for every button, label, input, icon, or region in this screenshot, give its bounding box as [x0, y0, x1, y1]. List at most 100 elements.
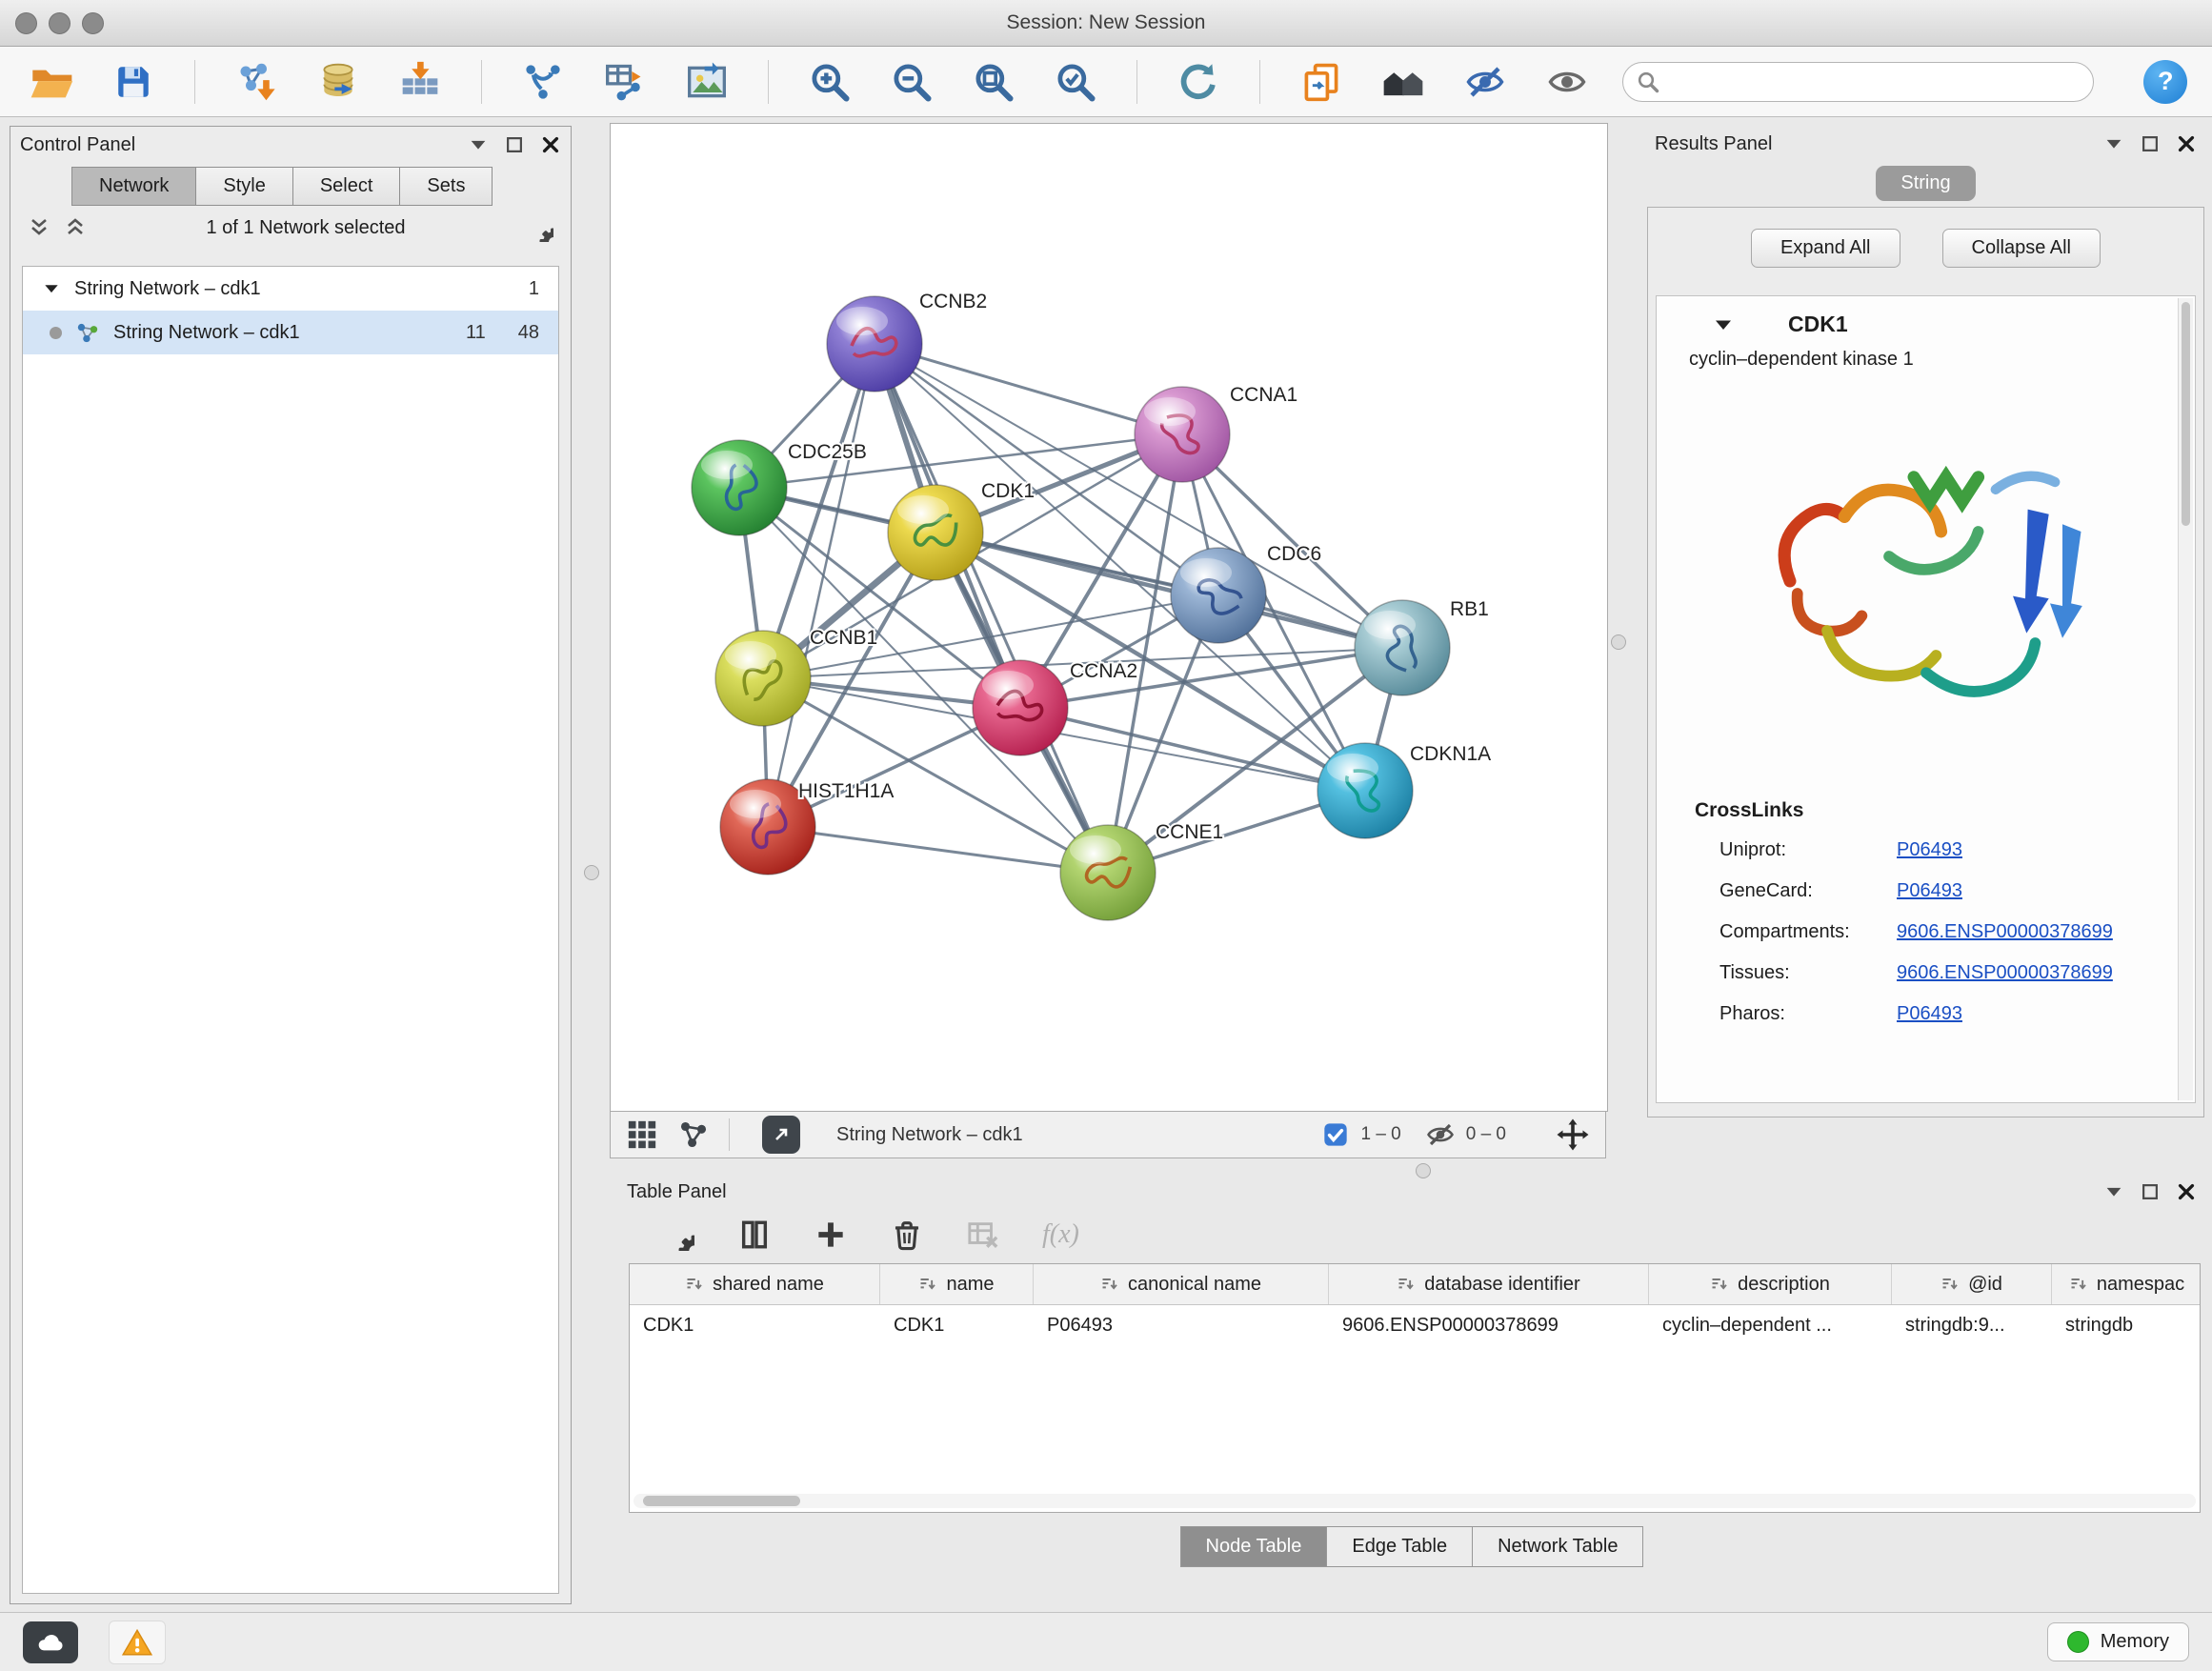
tab-edge-table[interactable]: Edge Table: [1327, 1526, 1473, 1567]
zoom-out-button[interactable]: [885, 55, 938, 109]
table-cell[interactable]: stringdb: [2052, 1305, 2201, 1345]
network-row[interactable]: String Network – cdk1 11 48: [23, 311, 558, 354]
table-settings-button[interactable]: [661, 1218, 695, 1252]
column-header[interactable]: name: [880, 1264, 1034, 1304]
network-node-CCNA2[interactable]: [973, 660, 1068, 755]
network-share-icon[interactable]: [677, 1118, 710, 1151]
column-header[interactable]: namespac: [2052, 1264, 2201, 1304]
network-node-CDC6[interactable]: [1171, 548, 1266, 643]
table-cell[interactable]: P06493: [1034, 1305, 1329, 1345]
panel-float-icon[interactable]: [2140, 133, 2161, 154]
panel-menu-icon[interactable]: [2103, 1181, 2124, 1202]
cloud-button[interactable]: [23, 1621, 78, 1663]
import-table-button[interactable]: [393, 55, 447, 109]
show-columns-button[interactable]: [737, 1218, 772, 1252]
warnings-button[interactable]: [109, 1621, 166, 1664]
crosslink-link[interactable]: P06493: [1897, 880, 1962, 902]
table-scrollbar-thumb[interactable]: [643, 1496, 800, 1506]
table-cell[interactable]: CDK1: [880, 1305, 1034, 1345]
open-in-new-button[interactable]: [762, 1116, 800, 1154]
collapse-all-icon[interactable]: [28, 216, 50, 239]
zoom-selected-button[interactable]: [1049, 55, 1102, 109]
column-header[interactable]: database identifier: [1329, 1264, 1649, 1304]
selected-checkbox-icon[interactable]: [1322, 1121, 1349, 1148]
panel-close-icon[interactable]: [540, 134, 561, 155]
right-splitter-handle[interactable]: [1611, 634, 1626, 650]
table-horizontal-scrollbar[interactable]: [633, 1494, 2196, 1508]
save-session-button[interactable]: [107, 55, 160, 109]
crosslink-link[interactable]: 9606.ENSP00000378699: [1897, 921, 2113, 943]
panel-menu-icon[interactable]: [468, 134, 489, 155]
tab-node-table[interactable]: Node Table: [1180, 1526, 1328, 1567]
network-canvas[interactable]: CCNB2CCNA1CDC25BCDK1CDC6RB1CCNB1CCNA2CDK…: [610, 123, 1608, 1112]
zoom-fit-button[interactable]: [967, 55, 1020, 109]
tab-network-table[interactable]: Network Table: [1473, 1526, 1643, 1567]
hide-graphics-details-button[interactable]: [1458, 55, 1512, 109]
expand-all-button[interactable]: Expand All: [1751, 229, 1900, 268]
delete-column-button[interactable]: [890, 1218, 924, 1252]
crosslink-link[interactable]: 9606.ENSP00000378699: [1897, 962, 2113, 984]
panel-close-icon[interactable]: [2176, 1181, 2197, 1202]
expand-all-icon[interactable]: [64, 216, 87, 239]
hidden-eye-slash-icon[interactable]: [1426, 1120, 1455, 1149]
open-session-button[interactable]: [25, 55, 78, 109]
network-node-CDKN1A[interactable]: [1317, 743, 1413, 838]
network-edge-HIST1H1A-CCNE1[interactable]: [768, 827, 1108, 873]
left-splitter-handle[interactable]: [584, 865, 599, 880]
network-node-CDK1[interactable]: [888, 485, 983, 580]
network-node-CCNE1[interactable]: [1060, 825, 1156, 920]
tab-select[interactable]: Select: [292, 167, 400, 206]
memory-button[interactable]: Memory: [2047, 1622, 2189, 1661]
import-network-database-button[interactable]: [312, 55, 365, 109]
apply-layout-button[interactable]: [1172, 55, 1225, 109]
results-scrollbar-thumb[interactable]: [2182, 302, 2190, 526]
pan-move-icon[interactable]: [1556, 1117, 1590, 1152]
column-header[interactable]: canonical name: [1034, 1264, 1329, 1304]
add-column-button[interactable]: [814, 1218, 848, 1252]
network-node-CCNA1[interactable]: [1135, 387, 1230, 482]
table-cell[interactable]: cyclin–dependent ...: [1649, 1305, 1892, 1345]
network-edge-CCNB2-HIST1H1A[interactable]: [768, 344, 875, 827]
crosslink-link[interactable]: P06493: [1897, 839, 1962, 861]
network-node-CCNB1[interactable]: [715, 631, 811, 726]
gear-icon[interactable]: [525, 213, 553, 242]
table-cell[interactable]: stringdb:9...: [1892, 1305, 2052, 1345]
panel-float-icon[interactable]: [2140, 1181, 2161, 1202]
panel-float-icon[interactable]: [504, 134, 525, 155]
tab-style[interactable]: Style: [195, 167, 292, 206]
network-node-CDC25B[interactable]: [692, 440, 787, 535]
network-node-RB1[interactable]: [1355, 600, 1450, 695]
column-header[interactable]: description: [1649, 1264, 1892, 1304]
results-scrollbar[interactable]: [2178, 298, 2193, 1100]
tree-expand-icon[interactable]: [42, 279, 61, 298]
panel-menu-icon[interactable]: [2103, 133, 2124, 154]
network-graph[interactable]: CCNB2CCNA1CDC25BCDK1CDC6RB1CCNB1CCNA2CDK…: [611, 124, 1607, 1111]
show-graphics-details-button[interactable]: [1540, 55, 1594, 109]
collapse-all-button[interactable]: Collapse All: [1942, 229, 2101, 268]
crosslink-link[interactable]: P06493: [1897, 1003, 1962, 1025]
home-button[interactable]: [1377, 55, 1430, 109]
network-from-table-button[interactable]: [598, 55, 652, 109]
import-network-file-button[interactable]: [230, 55, 283, 109]
section-collapse-icon[interactable]: [1712, 313, 1735, 336]
column-header[interactable]: @id: [1892, 1264, 2052, 1304]
network-merge-button[interactable]: [516, 55, 570, 109]
zoom-in-button[interactable]: [803, 55, 856, 109]
table-cell[interactable]: CDK1: [630, 1305, 880, 1345]
column-header[interactable]: shared name: [630, 1264, 880, 1304]
export-image-button[interactable]: [680, 55, 734, 109]
tab-sets[interactable]: Sets: [399, 167, 493, 206]
tab-string[interactable]: String: [1876, 166, 1975, 201]
table-row[interactable]: CDK1 CDK1 P06493 9606.ENSP00000378699 cy…: [630, 1305, 2200, 1345]
network-edge-CDK1-RB1[interactable]: [935, 533, 1402, 648]
birds-eye-view-icon[interactable]: [626, 1118, 658, 1151]
network-edge-CCNB2-CCNE1[interactable]: [875, 344, 1108, 873]
tab-network[interactable]: Network: [71, 167, 195, 206]
network-collection-row[interactable]: String Network – cdk1 1: [23, 267, 558, 311]
duplicate-network-button[interactable]: [1295, 55, 1348, 109]
search-input[interactable]: [1669, 70, 2080, 93]
network-node-CCNB2[interactable]: [827, 296, 922, 392]
table-cell[interactable]: 9606.ENSP00000378699: [1329, 1305, 1649, 1345]
panel-close-icon[interactable]: [2176, 133, 2197, 154]
help-button[interactable]: ?: [2143, 60, 2187, 104]
